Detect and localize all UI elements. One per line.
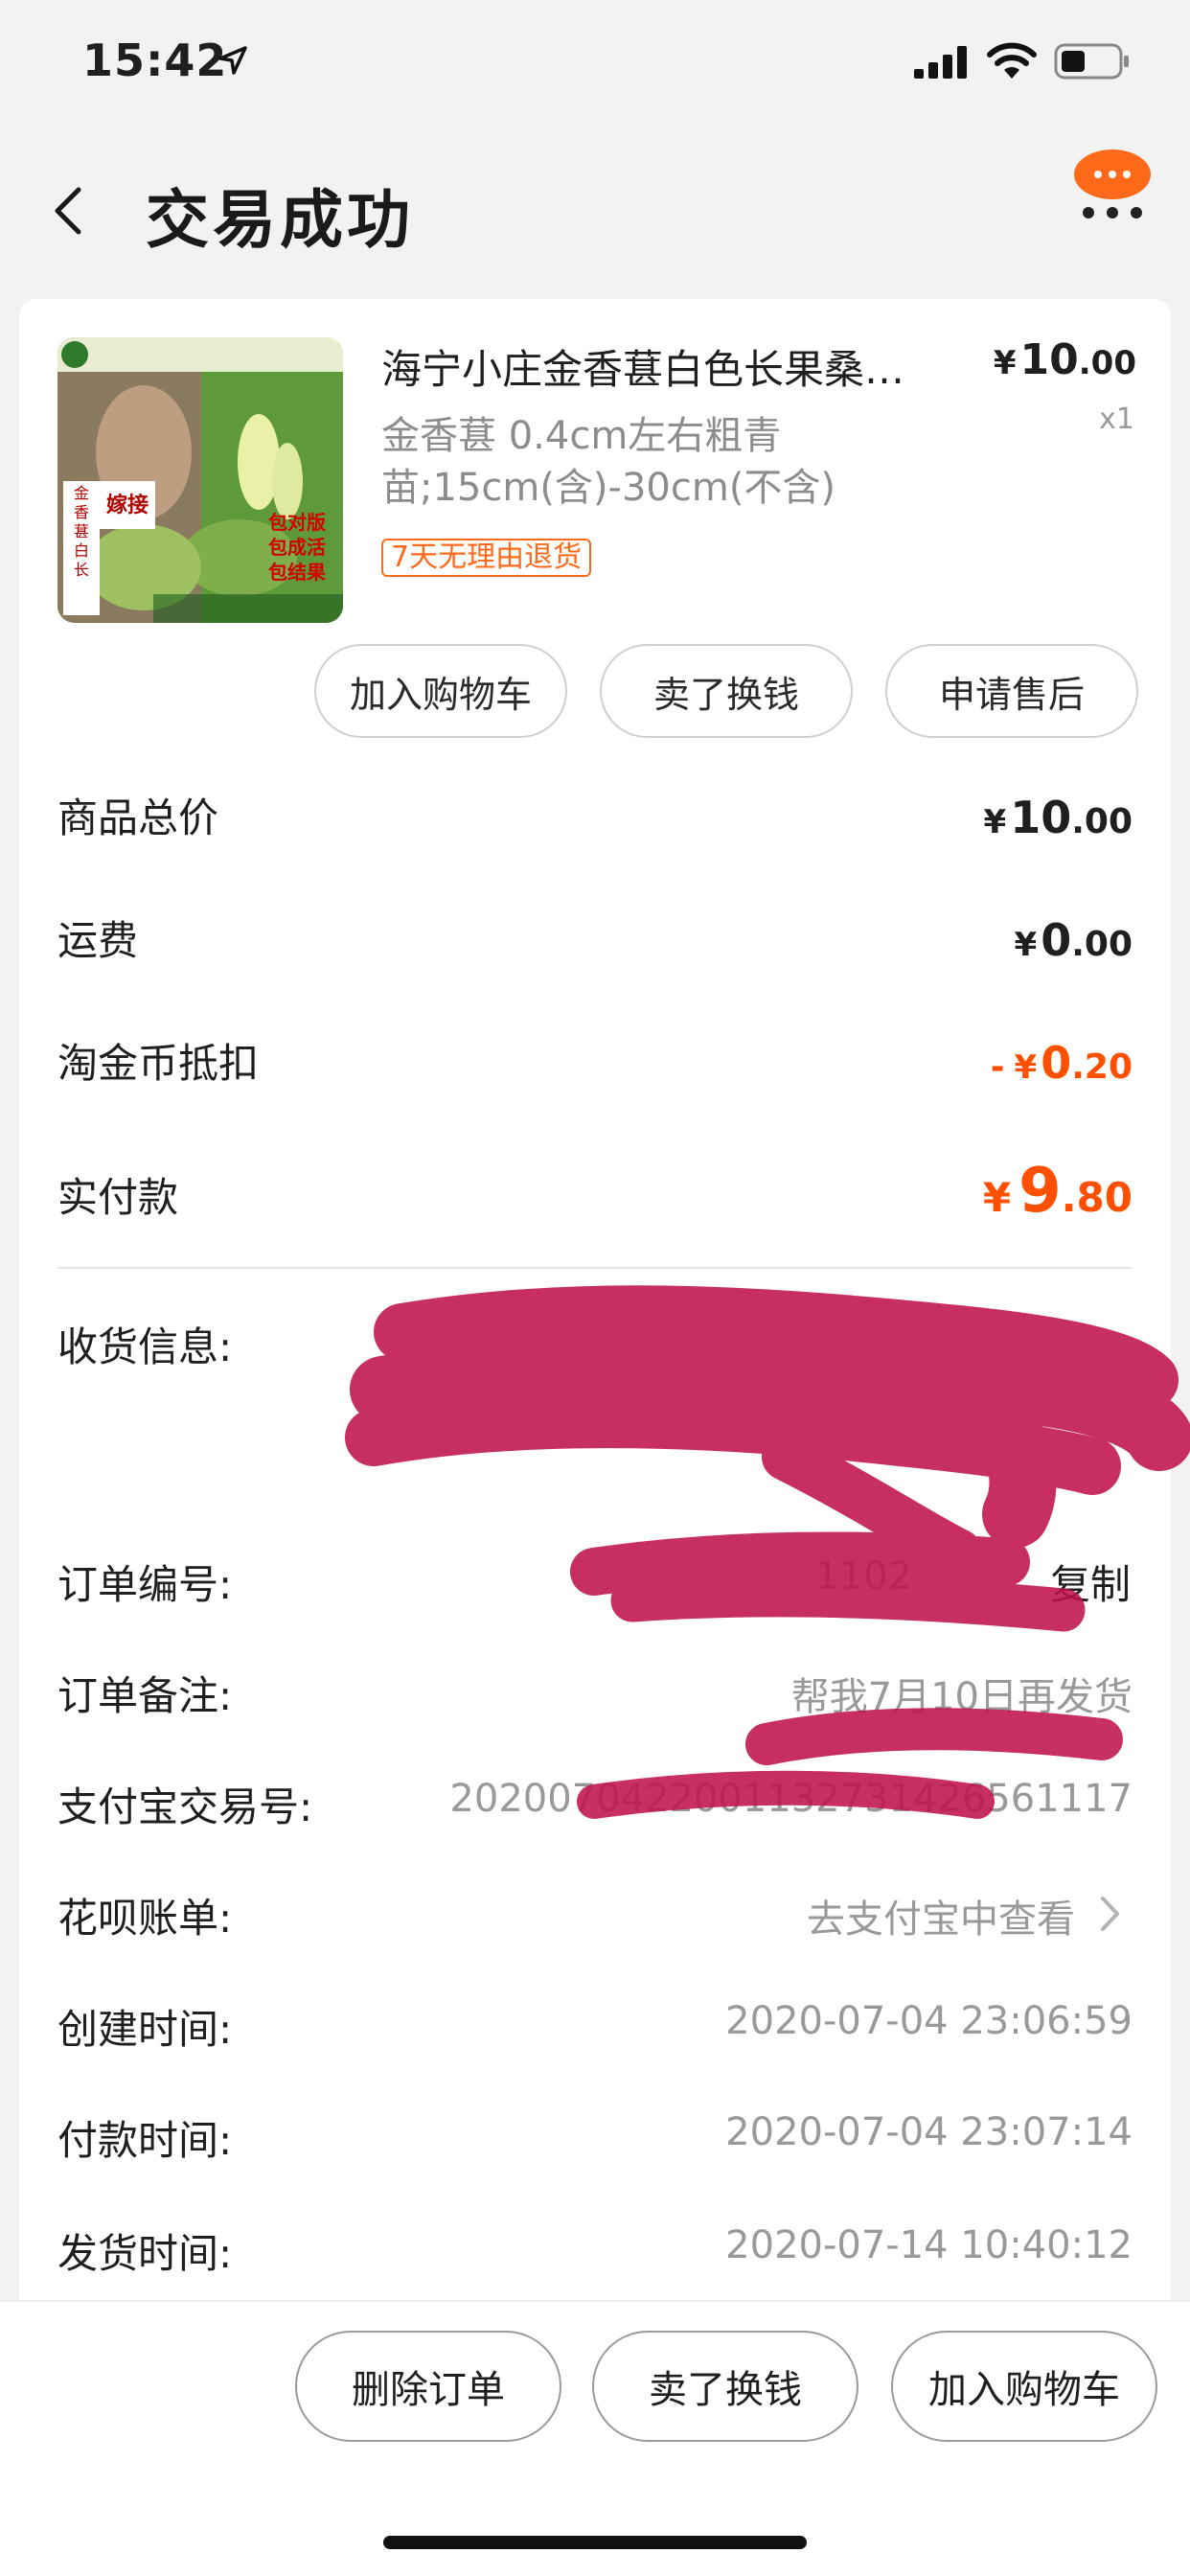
svg-text:长: 长 bbox=[74, 561, 89, 579]
shipping-value: ¥0.00 bbox=[1014, 914, 1133, 966]
shipped-time-value: 2020-07-14 10:40:12 bbox=[725, 2223, 1133, 2267]
huabei-bill-link[interactable]: 去支付宝中查看 bbox=[807, 1888, 1075, 1944]
sku-line-1: 金香葚 0.4cm左右粗青 bbox=[381, 414, 782, 458]
paid-time-label: 付款时间: bbox=[57, 2117, 233, 2164]
cellular-signal-icon bbox=[914, 46, 967, 79]
svg-text:包结果: 包结果 bbox=[268, 561, 326, 584]
divider bbox=[57, 1267, 1133, 1269]
product-thumbnail[interactable]: 金 香 葚 白 长 嫁接 包对版 包成活 包结果 bbox=[57, 337, 343, 623]
order-number-value: 1102 bbox=[814, 1554, 912, 1598]
alipay-trade-no-value: 2020070422001132731426561117 bbox=[449, 1777, 1133, 1821]
home-indicator[interactable] bbox=[383, 2536, 807, 2549]
paid-amount-value: ¥9.80 bbox=[982, 1156, 1133, 1227]
chevron-left-icon bbox=[55, 187, 81, 235]
chevron-right-icon bbox=[1101, 1897, 1119, 1931]
svg-text:白: 白 bbox=[74, 541, 89, 560]
location-arrow-icon bbox=[218, 46, 247, 75]
add-to-cart-button[interactable]: 加入购物车 bbox=[314, 644, 567, 738]
svg-text:包对版: 包对版 bbox=[268, 511, 326, 534]
product-sku: 金香葚 0.4cm左右粗青 苗;15cm(含)-30cm(不含) bbox=[381, 410, 918, 514]
shipping-label: 运费 bbox=[57, 917, 139, 964]
order-note-label: 订单备注: bbox=[57, 1672, 233, 1719]
created-time-label: 创建时间: bbox=[57, 2006, 233, 2053]
back-button[interactable] bbox=[46, 182, 94, 240]
product-price: ¥10.00 bbox=[993, 335, 1136, 384]
created-time-value: 2020-07-04 23:06:59 bbox=[725, 1999, 1133, 2043]
coin-deduction-label: 淘金币抵扣 bbox=[57, 1040, 260, 1087]
shipped-time-label: 发货时间: bbox=[57, 2230, 233, 2277]
more-dots-icon bbox=[1074, 150, 1151, 218]
resell-button-bottom[interactable]: 卖了换钱 bbox=[592, 2331, 858, 2442]
paid-time-value: 2020-07-04 23:07:14 bbox=[725, 2110, 1133, 2154]
product-title[interactable]: 海宁小庄金香葚白色长果桑… bbox=[381, 337, 975, 396]
alipay-trade-no-label: 支付宝交易号: bbox=[57, 1783, 313, 1830]
delete-order-button[interactable]: 删除订单 bbox=[295, 2331, 561, 2442]
receiver-info-label: 收货信息: bbox=[57, 1323, 233, 1370]
svg-text:香: 香 bbox=[74, 503, 89, 521]
paid-amount-label: 实付款 bbox=[57, 1174, 179, 1221]
huabei-bill-label: 花呗账单: bbox=[57, 1895, 233, 1942]
return-policy-badge: 7天无理由退货 bbox=[381, 539, 592, 577]
sku-line-2: 苗;15cm(含)-30cm(不含) bbox=[381, 466, 836, 510]
resell-button[interactable]: 卖了换钱 bbox=[600, 644, 853, 738]
coin-deduction-value: - ¥0.20 bbox=[990, 1037, 1133, 1089]
order-number-label: 订单编号: bbox=[57, 1561, 233, 1608]
page-title: 交易成功 bbox=[146, 183, 414, 257]
copy-order-number-button[interactable]: 复制 bbox=[1050, 1552, 1131, 1611]
battery-icon bbox=[1054, 43, 1129, 80]
product-quantity: x1 bbox=[1099, 402, 1134, 436]
svg-text:包成活: 包成活 bbox=[268, 536, 326, 559]
more-menu-button[interactable] bbox=[1071, 150, 1154, 226]
goods-total-value: ¥10.00 bbox=[983, 792, 1133, 843]
goods-total-label: 商品总价 bbox=[57, 794, 219, 841]
after-sale-button[interactable]: 申请售后 bbox=[885, 644, 1138, 738]
wifi-icon bbox=[987, 42, 1037, 79]
status-time: 15:42 bbox=[82, 34, 228, 86]
product-image: 金 香 葚 白 长 嫁接 包对版 包成活 包结果 bbox=[57, 337, 343, 623]
add-to-cart-button-bottom[interactable]: 加入购物车 bbox=[891, 2331, 1157, 2442]
svg-text:嫁接: 嫁接 bbox=[106, 493, 149, 518]
order-note-value: 帮我7月10日再发货 bbox=[790, 1675, 1133, 1719]
thumb-vertical-label: 金 bbox=[74, 484, 89, 502]
svg-text:葚: 葚 bbox=[74, 522, 89, 540]
